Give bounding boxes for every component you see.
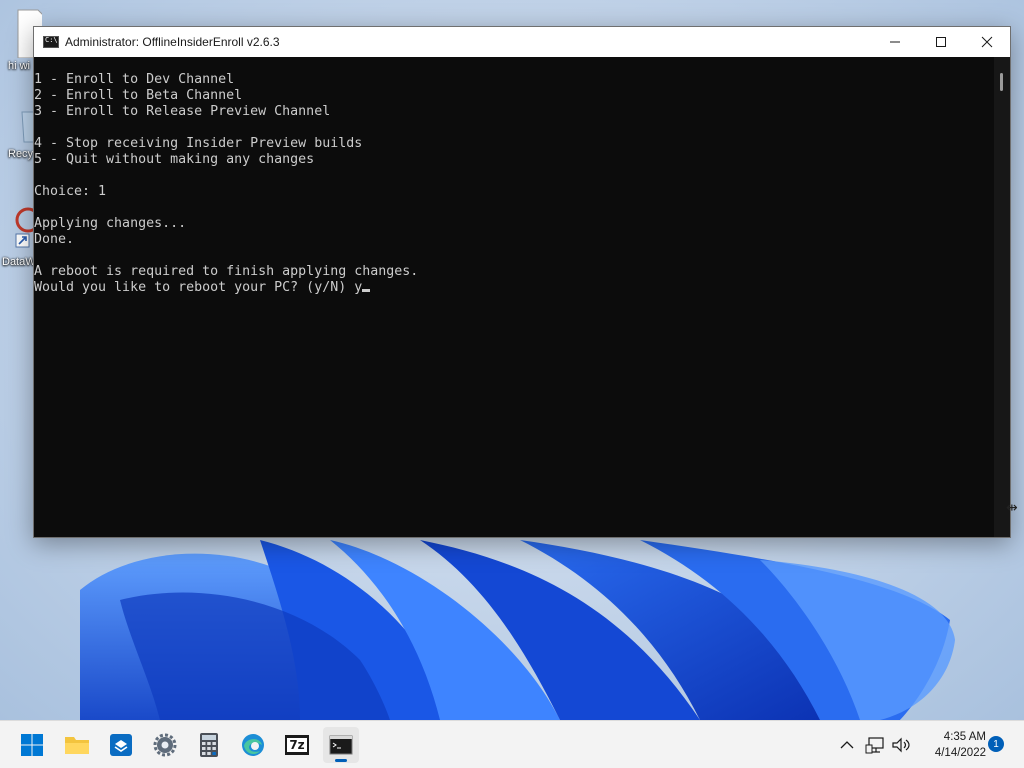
chevron-up-icon (840, 741, 854, 749)
console-line: 4 - Stop receiving Insider Preview build… (34, 136, 363, 151)
calculator-icon (200, 733, 218, 757)
taskbar: 7z 4:35 AM 4/14/2022 (0, 720, 1024, 768)
show-hidden-icons-button[interactable] (836, 727, 858, 763)
scrollbar-thumb[interactable] (1000, 73, 1003, 91)
7zip-label: 7z (287, 738, 307, 752)
notification-badge[interactable]: 1 (988, 736, 1004, 752)
taskbar-7zip[interactable]: 7z (279, 727, 315, 763)
close-button[interactable] (964, 27, 1010, 57)
7zip-icon: 7z (285, 735, 309, 755)
edge-icon (242, 734, 264, 756)
volume-icon (892, 737, 910, 753)
store-icon (110, 734, 132, 756)
console-output[interactable]: 1 - Enroll to Dev Channel 2 - Enroll to B… (34, 57, 996, 537)
start-icon (21, 734, 43, 756)
taskbar-clock[interactable]: 4:35 AM 4/14/2022 (916, 729, 986, 761)
taskbar-terminal[interactable] (323, 727, 359, 763)
console-line: A reboot is required to finish applying … (34, 264, 419, 279)
console-line: 2 - Enroll to Beta Channel (34, 88, 243, 103)
taskbar-file-explorer[interactable] (59, 727, 95, 763)
console-scrollbar[interactable] (994, 57, 1010, 537)
clock-date: 4/14/2022 (934, 747, 986, 759)
network-icon (865, 737, 884, 754)
console-line: 5 - Quit without making any changes (34, 152, 315, 167)
taskbar-store[interactable] (103, 727, 139, 763)
taskbar-edge[interactable] (235, 727, 271, 763)
settings-icon (153, 733, 177, 757)
console-cursor (362, 289, 371, 292)
terminal-icon (329, 735, 353, 755)
maximize-icon (936, 37, 946, 47)
minimize-button[interactable] (872, 27, 918, 57)
minimize-icon (890, 41, 900, 43)
console-line: 3 - Enroll to Release Preview Channel (34, 104, 331, 119)
file-explorer-icon (65, 737, 89, 754)
taskbar-calculator[interactable] (191, 727, 227, 763)
window-titlebar[interactable]: Administrator: OfflineInsiderEnroll v2.6… (34, 27, 1010, 57)
start-button[interactable] (14, 727, 50, 763)
console-app-icon (43, 36, 59, 48)
active-indicator (335, 759, 347, 762)
console-line: Would you like to reboot your PC? (y/N) … (34, 280, 996, 296)
maximize-button[interactable] (918, 27, 964, 57)
console-window[interactable]: Administrator: OfflineInsiderEnroll v2.6… (33, 26, 1011, 538)
taskbar-settings[interactable] (147, 727, 183, 763)
clock-time: 4:35 AM (943, 731, 986, 743)
close-icon (981, 36, 993, 48)
console-line: 1 - Enroll to Dev Channel (34, 72, 235, 87)
console-line: Done. (34, 232, 75, 247)
resize-cursor-icon: ⇹ (1006, 500, 1018, 516)
window-title: Administrator: OfflineInsiderEnroll v2.6… (65, 35, 280, 49)
console-line: Choice: 1 (34, 184, 107, 199)
volume-control[interactable] (888, 727, 914, 763)
network-status[interactable] (862, 727, 888, 763)
console-line: Applying changes... (34, 216, 187, 231)
